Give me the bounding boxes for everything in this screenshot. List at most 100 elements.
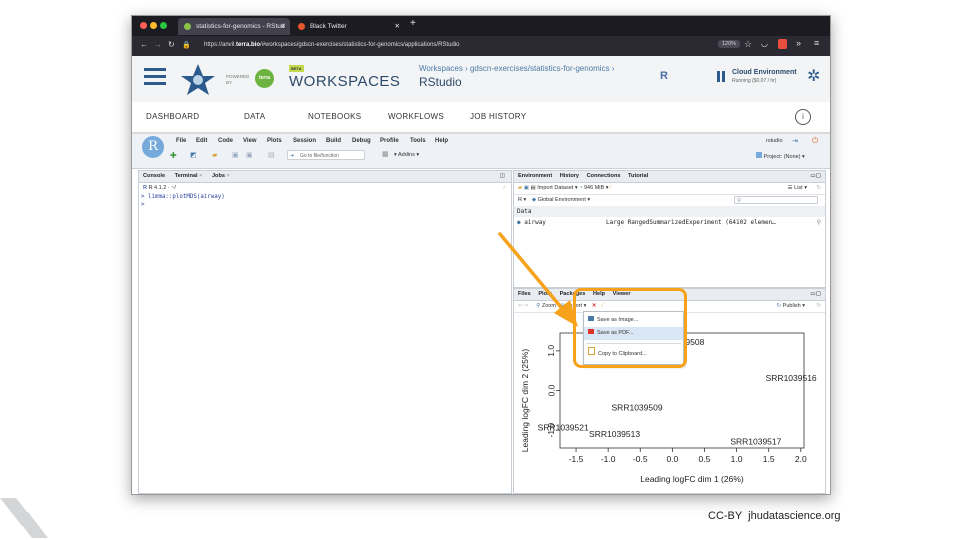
environment-row[interactable]: ● airway Large RangedSummarizedExperimen… (514, 217, 825, 228)
close-tab-icon[interactable]: ✕ (395, 18, 400, 35)
browser-tab-rstudio[interactable]: statistics-for-genomics - RStud ✕ (178, 18, 290, 35)
clear-console-icon[interactable]: ◫ (500, 171, 505, 182)
minimize-pane-icon[interactable]: ▭▢ (810, 171, 821, 182)
tab-environment[interactable]: Environment (518, 173, 552, 179)
x-tick-label: 2.0 (795, 454, 807, 464)
view-data-icon[interactable]: ⚲ (817, 217, 821, 228)
lock-icon: 🔒 (182, 42, 191, 49)
browser-tab-black-twitter[interactable]: Black Twitter ✕ (292, 18, 404, 35)
tab-files[interactable]: Files (518, 291, 531, 297)
environment-search-input[interactable]: ⚲ (734, 196, 818, 204)
list-label: List (794, 185, 803, 191)
import-dataset-button[interactable]: ▤ Import Dataset ▾ (531, 185, 578, 191)
tab-notebooks[interactable]: NOTEBOOKS (308, 102, 361, 132)
overflow-menu-icon[interactable]: » (796, 38, 801, 48)
hamburger-menu-icon[interactable] (144, 68, 166, 86)
anvil-logo-icon[interactable] (180, 62, 216, 98)
goto-file-input[interactable]: ➜ Go to file/function (287, 150, 365, 160)
gear-icon[interactable]: ✲ (807, 66, 820, 86)
twitter-favicon-icon (298, 23, 305, 30)
workspaces-title[interactable]: WORKSPACES (289, 73, 400, 90)
menu-edit[interactable]: Edit (196, 138, 207, 144)
maximize-window-button[interactable] (160, 22, 167, 29)
save-workspace-icon[interactable]: ▣ (524, 185, 529, 191)
environment-scope-bar: R ▾ ◆ Global Environment ▾ ⚲ (514, 195, 825, 206)
broom-icon[interactable]: ⁄ (610, 185, 611, 191)
console-output[interactable]: > limma::plotMDS(airway) > (139, 193, 511, 209)
rstudio-logo-icon: R (142, 136, 164, 158)
tab-history[interactable]: History (560, 173, 579, 179)
save-all-icon[interactable]: ▣ (246, 151, 253, 159)
pocket-icon[interactable]: ◡ (761, 39, 768, 48)
back-arrow-icon[interactable]: ← (140, 40, 148, 49)
app-title: RStudio (419, 75, 462, 89)
info-icon[interactable]: i (795, 109, 811, 125)
minimize-pane-icon[interactable]: ▭▢ (810, 289, 821, 300)
print-icon[interactable]: ▤ (268, 151, 275, 159)
tab-workflows[interactable]: WORKFLOWS (388, 102, 444, 132)
tab-plots[interactable]: Plots (538, 291, 552, 297)
refresh-icon[interactable]: ↻ (816, 183, 821, 194)
addins-menu[interactable]: ▾ Addins ▾ (394, 152, 419, 158)
language-dropdown[interactable]: R ▾ (518, 197, 526, 203)
list-view-dropdown[interactable]: ☰ List ▾ (788, 183, 807, 194)
zoom-button[interactable]: ⚲ Zoom (536, 303, 556, 309)
menu-plots[interactable]: Plots (267, 138, 282, 144)
tab-data[interactable]: DATA (244, 102, 265, 132)
beta-badge: BETA (289, 65, 304, 72)
open-file-icon[interactable]: ▰ (212, 151, 217, 159)
address-field[interactable]: https://anvil.terra.bio/#workspaces/gdsc… (204, 42, 459, 48)
minimize-window-button[interactable] (150, 22, 157, 29)
memory-usage[interactable]: ◔ 946 MiB ▾ (579, 185, 608, 191)
breadcrumb[interactable]: Workspaces › gdscn-exercises/statistics-… (419, 64, 614, 73)
project-menu[interactable]: Project: (None) ▾ (756, 152, 805, 160)
pause-icon[interactable] (717, 71, 720, 82)
tab-connections[interactable]: Connections (587, 173, 621, 179)
sign-out-icon[interactable]: ⇥ (792, 137, 798, 145)
refresh-icon[interactable]: ↻ (816, 301, 821, 312)
new-tab-button[interactable]: + (410, 18, 416, 29)
close-window-button[interactable] (140, 22, 147, 29)
zoom-level-badge[interactable]: 120% (718, 40, 741, 48)
menu-help[interactable]: Help (435, 138, 448, 144)
menu-session[interactable]: Session (293, 138, 316, 144)
open-project-icon[interactable]: ◩ (190, 151, 197, 159)
tab-terminal[interactable]: Terminal (175, 173, 198, 179)
hamburger-menu-icon[interactable]: ≡ (814, 38, 819, 48)
save-icon[interactable]: ▣ (232, 151, 239, 159)
tab-job-history[interactable]: JOB HISTORY (470, 102, 526, 132)
new-file-icon[interactable]: ✚ (170, 151, 177, 160)
tab-console[interactable]: Console (143, 173, 165, 179)
menu-tools[interactable]: Tools (410, 138, 426, 144)
y-tick-label: 1.0 (546, 345, 556, 357)
load-workspace-icon[interactable]: ▰ (518, 185, 522, 191)
tab-dashboard[interactable]: DASHBOARD (146, 102, 199, 132)
global-env-dropdown[interactable]: ◆ Global Environment ▾ (532, 197, 590, 203)
extension-icon[interactable] (778, 39, 787, 49)
menu-build[interactable]: Build (326, 138, 341, 144)
r-logo-icon[interactable]: R (660, 70, 668, 82)
x-tick-label: 0.0 (666, 454, 678, 464)
cloud-environment-title[interactable]: Cloud Environment (732, 69, 797, 76)
cloud-environment-status: Running ($0.07 / hr) (732, 78, 777, 84)
publish-button[interactable]: ↻ Publish ▾ (777, 301, 805, 312)
grid-icon[interactable]: ▦ (382, 150, 389, 158)
menu-file[interactable]: File (176, 138, 186, 144)
bookmark-star-icon[interactable]: ☆ (744, 39, 752, 50)
close-tab-icon[interactable]: ✕ (281, 18, 286, 35)
back-arrow-icon[interactable]: ⇦ (518, 303, 523, 309)
tab-jobs[interactable]: Jobs (212, 173, 225, 179)
menu-debug[interactable]: Debug (352, 138, 371, 144)
expand-icon[interactable]: ● (517, 219, 521, 226)
power-icon[interactable]: ⏻ (812, 136, 818, 146)
menu-view[interactable]: View (243, 138, 257, 144)
forward-arrow-icon[interactable]: ⇨ (524, 303, 529, 309)
tab-tutorial[interactable]: Tutorial (628, 173, 648, 179)
import-dataset-label: Import Dataset (537, 185, 574, 191)
forward-arrow-icon[interactable]: → (154, 40, 162, 49)
x-tick-label: -1.0 (601, 454, 616, 464)
menu-profile[interactable]: Profile (380, 138, 399, 144)
reload-icon[interactable]: ↻ (168, 40, 175, 49)
menu-code[interactable]: Code (218, 138, 233, 144)
broom-icon[interactable]: ⁄ (504, 183, 505, 193)
